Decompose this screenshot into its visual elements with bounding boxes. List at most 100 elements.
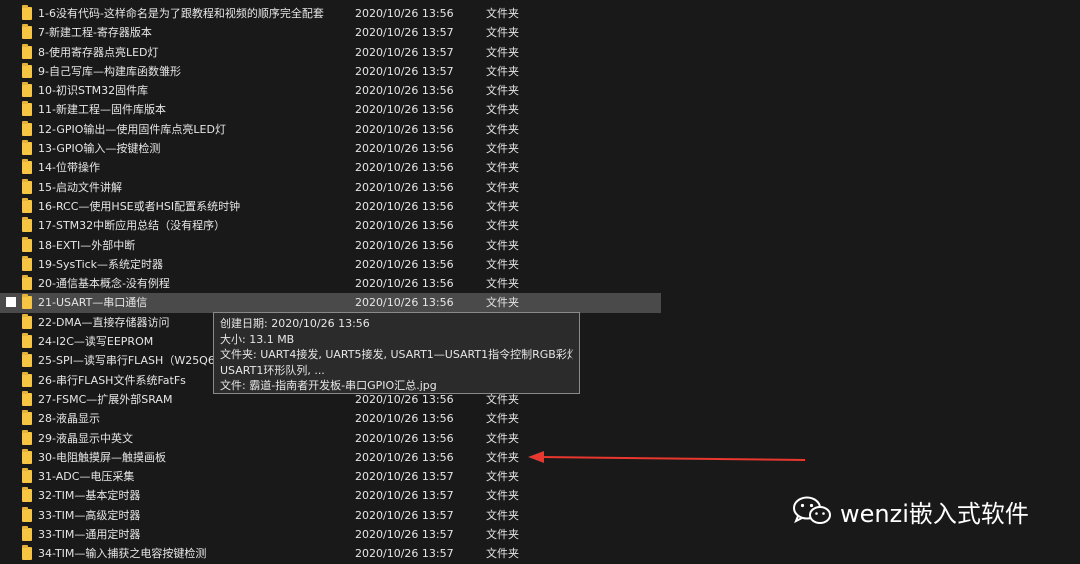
file-type: 文件夹 (486, 219, 519, 233)
file-type: 文件夹 (486, 528, 519, 542)
file-row[interactable]: 29-液晶显示中英文 2020/10/26 13:56 文件夹 (0, 429, 1080, 448)
file-row[interactable]: 7-新建工程-寄存器版本 2020/10/26 13:57 文件夹 (0, 23, 1080, 42)
file-name: 22-DMA—直接存储器访问 (38, 315, 170, 329)
folder-icon (22, 82, 32, 98)
file-row[interactable]: 21-USART—串口通信 2020/10/26 13:56 文件夹 (0, 293, 661, 313)
file-name: 18-EXTI—外部中断 (38, 238, 136, 252)
file-row[interactable]: 8-使用寄存器点亮LED灯 2020/10/26 13:57 文件夹 (0, 43, 1080, 62)
folder-icon (22, 294, 32, 310)
folder-icon (22, 275, 32, 291)
file-date: 2020/10/26 13:56 (355, 161, 454, 175)
file-name: 27-FSMC—扩展外部SRAM (38, 392, 173, 406)
file-type: 文件夹 (486, 238, 519, 252)
file-date: 2020/10/26 13:57 (355, 26, 454, 40)
file-type: 文件夹 (486, 103, 519, 117)
file-name: 24-I2C—读写EEPROM (38, 335, 154, 349)
file-row[interactable]: 13-GPIO输入—按键检测 2020/10/26 13:56 文件夹 (0, 139, 1080, 158)
file-name: 32-TIM—基本定时器 (38, 489, 141, 503)
file-type: 文件夹 (486, 122, 519, 136)
file-type: 文件夹 (486, 199, 519, 213)
file-list: 1-6没有代码-这样命名是为了跟教程和视频的顺序完全配套 2020/10/26 1… (0, 4, 1080, 564)
file-type: 文件夹 (486, 64, 519, 78)
folder-icon (22, 5, 32, 20)
file-date: 2020/10/26 13:56 (355, 84, 454, 98)
file-name: 20-通信基本概念-没有例程 (38, 277, 170, 291)
file-type: 文件夹 (486, 508, 519, 522)
file-name: 8-使用寄存器点亮LED灯 (38, 45, 159, 59)
file-date: 2020/10/26 13:56 (355, 431, 454, 445)
folder-icon (22, 487, 32, 503)
file-row[interactable]: 10-初识STM32固件库 2020/10/26 13:56 文件夹 (0, 81, 1080, 100)
file-row[interactable]: 28-液晶显示 2020/10/26 13:56 文件夹 (0, 409, 1080, 428)
watermark-text: wenzi嵌入式软件 (840, 499, 1029, 528)
file-date: 2020/10/26 13:57 (355, 489, 454, 503)
file-date: 2020/10/26 13:56 (355, 180, 454, 194)
file-type: 文件夹 (486, 547, 519, 561)
folder-icon (22, 140, 32, 156)
file-row[interactable]: 15-启动文件讲解 2020/10/26 13:56 文件夹 (0, 178, 1080, 197)
file-type: 文件夹 (486, 257, 519, 271)
file-row[interactable]: 30-电阻触摸屏—触摸画板 2020/10/26 13:56 文件夹 (0, 448, 1080, 467)
file-name: 13-GPIO输入—按键检测 (38, 142, 161, 156)
file-type: 文件夹 (486, 180, 519, 194)
file-name: 31-ADC—电压采集 (38, 470, 135, 484)
folder-icon (22, 120, 32, 136)
folder-info-tooltip: 创建日期: 2020/10/26 13:56 大小: 13.1 MB 文件夹: … (213, 312, 580, 394)
file-row[interactable]: 16-RCC—使用HSE或者HSI配置系统时钟 2020/10/26 13:56 文… (0, 197, 1080, 216)
file-type: 文件夹 (486, 7, 519, 20)
file-name: 10-初识STM32固件库 (38, 84, 149, 98)
file-row[interactable]: 19-SysTick—系统定时器 2020/10/26 13:56 文件夹 (0, 255, 1080, 274)
folder-icon (22, 43, 32, 59)
tooltip-size: 大小: 13.1 MB (220, 332, 295, 346)
file-type: 文件夹 (486, 296, 519, 310)
tooltip-files: 文件: 霸道-指南者开发板-串口GPIO汇总.jpg (220, 379, 437, 392)
file-row[interactable]: 12-GPIO输出—使用固件库点亮LED灯 2020/10/26 13:56 文件夹 (0, 120, 1080, 139)
file-name: 29-液晶显示中英文 (38, 431, 133, 445)
select-checkbox[interactable] (6, 297, 16, 308)
file-row[interactable]: 9-自己写库—构建库函数雏形 2020/10/26 13:57 文件夹 (0, 62, 1080, 81)
folder-icon (22, 506, 32, 522)
file-name: 16-RCC—使用HSE或者HSI配置系统时钟 (38, 199, 241, 213)
file-date: 2020/10/26 13:57 (355, 508, 454, 522)
file-name: 1-6没有代码-这样命名是为了跟教程和视频的顺序完全配套 (38, 7, 324, 20)
folder-icon (22, 313, 32, 329)
folder-icon (22, 333, 32, 349)
file-date: 2020/10/26 13:57 (355, 528, 454, 542)
file-type: 文件夹 (486, 45, 519, 59)
file-name: 33-TIM—通用定时器 (38, 528, 141, 542)
folder-icon (22, 410, 32, 426)
folder-icon (22, 545, 32, 561)
file-date: 2020/10/26 13:56 (355, 296, 454, 310)
file-name: 14-位带操作 (38, 161, 100, 175)
file-date: 2020/10/26 13:56 (355, 257, 454, 271)
file-date: 2020/10/26 13:57 (355, 64, 454, 78)
file-row[interactable]: 31-ADC—电压采集 2020/10/26 13:57 文件夹 (0, 467, 1080, 486)
file-date: 2020/10/26 13:56 (355, 103, 454, 117)
file-name: 17-STM32中断应用总结（没有程序） (38, 219, 226, 233)
tooltip-created: 创建日期: 2020/10/26 13:56 (220, 317, 370, 330)
file-name: 19-SysTick—系统定时器 (38, 257, 164, 271)
file-name: 34-TIM—输入捕获之电容按键检测 (38, 547, 207, 561)
file-date: 2020/10/26 13:56 (355, 412, 454, 426)
file-row[interactable]: 18-EXTI—外部中断 2020/10/26 13:56 文件夹 (0, 236, 1080, 255)
file-row[interactable]: 14-位带操作 2020/10/26 13:56 文件夹 (0, 158, 1080, 177)
file-name: 25-SPI—读写串行FLASH（W25Q64 (38, 354, 222, 368)
file-date: 2020/10/26 13:56 (355, 142, 454, 156)
folder-icon (22, 217, 32, 233)
file-date: 2020/10/26 13:57 (355, 45, 454, 59)
file-row[interactable]: 17-STM32中断应用总结（没有程序） 2020/10/26 13:56 文件夹 (0, 216, 1080, 235)
folder-icon (22, 468, 32, 484)
file-name: 33-TIM—高级定时器 (38, 508, 141, 522)
file-row[interactable]: 1-6没有代码-这样命名是为了跟教程和视频的顺序完全配套 2020/10/26 1… (0, 4, 1080, 23)
file-type: 文件夹 (486, 450, 519, 464)
wechat-icon (793, 496, 831, 524)
file-name: 15-启动文件讲解 (38, 180, 122, 194)
file-date: 2020/10/26 13:56 (355, 238, 454, 252)
file-type: 文件夹 (486, 26, 519, 40)
file-row[interactable]: 11-新建工程—固件库版本 2020/10/26 13:56 文件夹 (0, 100, 1080, 119)
file-row[interactable]: 20-通信基本概念-没有例程 2020/10/26 13:56 文件夹 (0, 274, 1080, 293)
file-name: 12-GPIO输出—使用固件库点亮LED灯 (38, 122, 226, 136)
file-row[interactable]: 34-TIM—输入捕获之电容按键检测 2020/10/26 13:57 文件夹 (0, 544, 1080, 563)
folder-icon (22, 159, 32, 175)
file-type: 文件夹 (486, 412, 519, 426)
